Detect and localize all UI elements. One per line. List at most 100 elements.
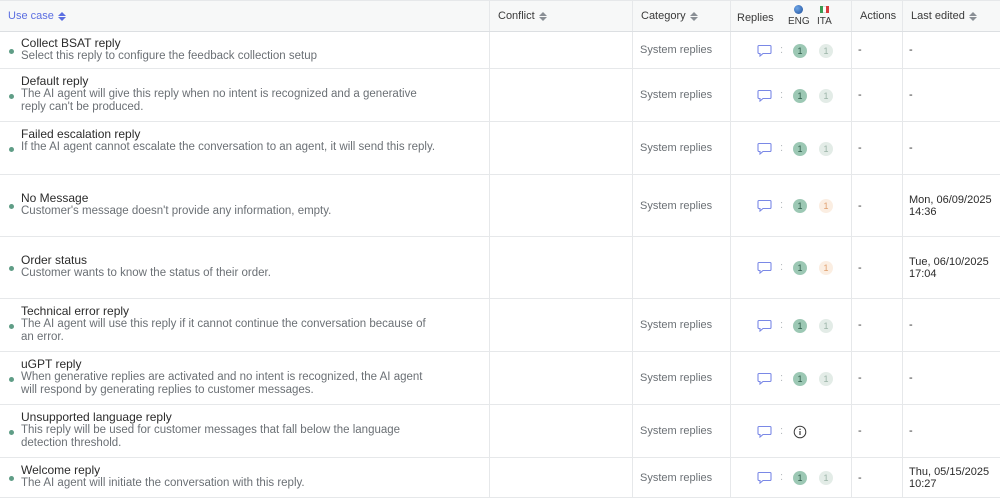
chat-bubble-icon[interactable] xyxy=(757,425,772,443)
category-cell: System replies xyxy=(632,69,730,121)
ita-reply-count[interactable]: 1 xyxy=(819,199,833,213)
use-case-title[interactable]: Welcome reply xyxy=(21,464,441,477)
eng-reply-count[interactable]: 1 xyxy=(793,261,807,275)
last-edited: - xyxy=(903,372,913,384)
info-circle-icon[interactable] xyxy=(793,425,807,444)
last-edited-date: - xyxy=(909,89,913,101)
category-cell: System replies xyxy=(632,458,730,497)
ita-reply-count[interactable]: 1 xyxy=(819,261,833,275)
conflict-cell xyxy=(489,352,632,404)
use-case-title[interactable]: Default reply xyxy=(21,75,441,88)
category-cell: System replies xyxy=(632,32,730,68)
chat-bubble-icon[interactable] xyxy=(757,89,772,107)
actions-cell: - xyxy=(851,352,902,404)
use-case[interactable]: Welcome reply The AI agent will initiate… xyxy=(21,464,441,490)
ita-reply-count[interactable]: 1 xyxy=(819,44,833,58)
table-row[interactable]: Default reply The AI agent will give thi… xyxy=(0,69,1000,122)
chat-bubble-icon[interactable] xyxy=(757,261,772,279)
chat-bubble-icon[interactable] xyxy=(757,319,772,337)
category-cell xyxy=(632,237,730,298)
eng-reply-count[interactable]: 1 xyxy=(793,142,807,156)
header-last-edited-label: Last edited xyxy=(911,10,965,22)
category-cell: System replies xyxy=(632,175,730,236)
eng-reply-count[interactable]: 1 xyxy=(793,44,807,58)
actions-cell: - xyxy=(851,69,902,121)
language-ita-label: ITA xyxy=(817,16,832,27)
use-case[interactable]: No Message Customer's message doesn't pr… xyxy=(21,192,441,218)
status-dot xyxy=(9,204,14,209)
conflict-cell xyxy=(489,122,632,174)
chat-bubble-icon[interactable] xyxy=(757,471,772,489)
use-case-title[interactable]: Failed escalation reply xyxy=(21,128,441,141)
use-case-description: Customer wants to know the status of the… xyxy=(21,267,271,279)
header-last-edited[interactable]: Last edited xyxy=(902,1,1000,31)
use-case[interactable]: Collect BSAT reply Select this reply to … xyxy=(21,37,441,63)
conflict-cell xyxy=(489,32,632,68)
category-label: System replies xyxy=(640,142,713,154)
use-case[interactable]: Unsupported language reply This reply wi… xyxy=(21,411,441,450)
header-category[interactable]: Category xyxy=(632,1,730,31)
use-case-title[interactable]: Technical error reply xyxy=(21,305,441,318)
language-eng-label: ENG xyxy=(788,16,810,27)
actions-value: - xyxy=(858,44,862,56)
use-case-title[interactable]: Unsupported language reply xyxy=(21,411,441,424)
use-case-description: If the AI agent cannot escalate the conv… xyxy=(21,141,436,153)
sort-icon[interactable] xyxy=(968,11,977,21)
table-row[interactable]: Technical error reply The AI agent will … xyxy=(0,299,1000,352)
use-case[interactable]: Order status Customer wants to know the … xyxy=(21,254,441,280)
use-case-description: Customer's message doesn't provide any i… xyxy=(21,205,332,217)
header-use-case[interactable]: Use case xyxy=(0,1,489,31)
category-label: System replies xyxy=(640,44,713,56)
language-eng: ENG xyxy=(788,5,810,27)
header-conflict[interactable]: Conflict xyxy=(489,1,632,31)
eng-reply-count[interactable]: 1 xyxy=(793,89,807,103)
use-case[interactable]: Default reply The AI agent will give thi… xyxy=(21,75,441,114)
table-row[interactable]: Failed escalation reply If the AI agent … xyxy=(0,122,1000,175)
use-case[interactable]: Failed escalation reply If the AI agent … xyxy=(21,128,441,154)
last-edited: - xyxy=(903,142,913,154)
use-case-title[interactable]: Collect BSAT reply xyxy=(21,37,441,50)
chat-bubble-icon[interactable] xyxy=(757,44,772,62)
header-actions: Actions xyxy=(851,1,902,31)
status-dot xyxy=(9,476,14,481)
status-dot xyxy=(9,266,14,271)
conflict-cell xyxy=(489,237,632,298)
sort-icon[interactable] xyxy=(57,11,66,21)
last-edited-cell: Thu, 05/15/2025 10:27 xyxy=(902,458,1000,497)
ita-reply-count[interactable]: 1 xyxy=(819,372,833,386)
last-edited: Thu, 05/15/2025 10:27 xyxy=(903,466,989,490)
separator: : xyxy=(780,44,784,56)
ita-reply-count[interactable]: 1 xyxy=(819,89,833,103)
use-case[interactable]: uGPT reply When generative replies are a… xyxy=(21,358,441,397)
last-edited-time: 14:36 xyxy=(909,205,937,218)
use-case-description: This reply will be used for customer mes… xyxy=(21,424,401,449)
last-edited-cell: - xyxy=(902,299,1000,351)
ita-reply-count[interactable]: 1 xyxy=(819,471,833,485)
status-dot xyxy=(9,324,14,329)
table-row[interactable]: Collect BSAT reply Select this reply to … xyxy=(0,32,1000,69)
actions-cell: - xyxy=(851,237,902,298)
sort-icon[interactable] xyxy=(689,11,698,21)
eng-reply-count[interactable]: 1 xyxy=(793,199,807,213)
chat-bubble-icon[interactable] xyxy=(757,142,772,160)
chat-bubble-icon[interactable] xyxy=(757,199,772,217)
use-case-title[interactable]: uGPT reply xyxy=(21,358,441,371)
table-row[interactable]: Order status Customer wants to know the … xyxy=(0,237,1000,299)
eng-reply-count[interactable]: 1 xyxy=(793,372,807,386)
table-row[interactable]: No Message Customer's message doesn't pr… xyxy=(0,175,1000,237)
eng-reply-count[interactable]: 1 xyxy=(793,471,807,485)
use-case-title[interactable]: Order status xyxy=(21,254,441,267)
chat-bubble-icon[interactable] xyxy=(757,372,772,390)
language-ita: ITA xyxy=(817,5,832,27)
separator: : xyxy=(780,471,784,483)
table-row[interactable]: Welcome reply The AI agent will initiate… xyxy=(0,458,1000,498)
sort-icon[interactable] xyxy=(538,11,547,21)
ita-reply-count[interactable]: 1 xyxy=(819,319,833,333)
ita-reply-count[interactable]: 1 xyxy=(819,142,833,156)
last-edited-cell: - xyxy=(902,122,1000,174)
use-case-title[interactable]: No Message xyxy=(21,192,441,205)
table-row[interactable]: Unsupported language reply This reply wi… xyxy=(0,405,1000,458)
eng-reply-count[interactable]: 1 xyxy=(793,319,807,333)
use-case[interactable]: Technical error reply The AI agent will … xyxy=(21,305,441,344)
table-row[interactable]: uGPT reply When generative replies are a… xyxy=(0,352,1000,405)
